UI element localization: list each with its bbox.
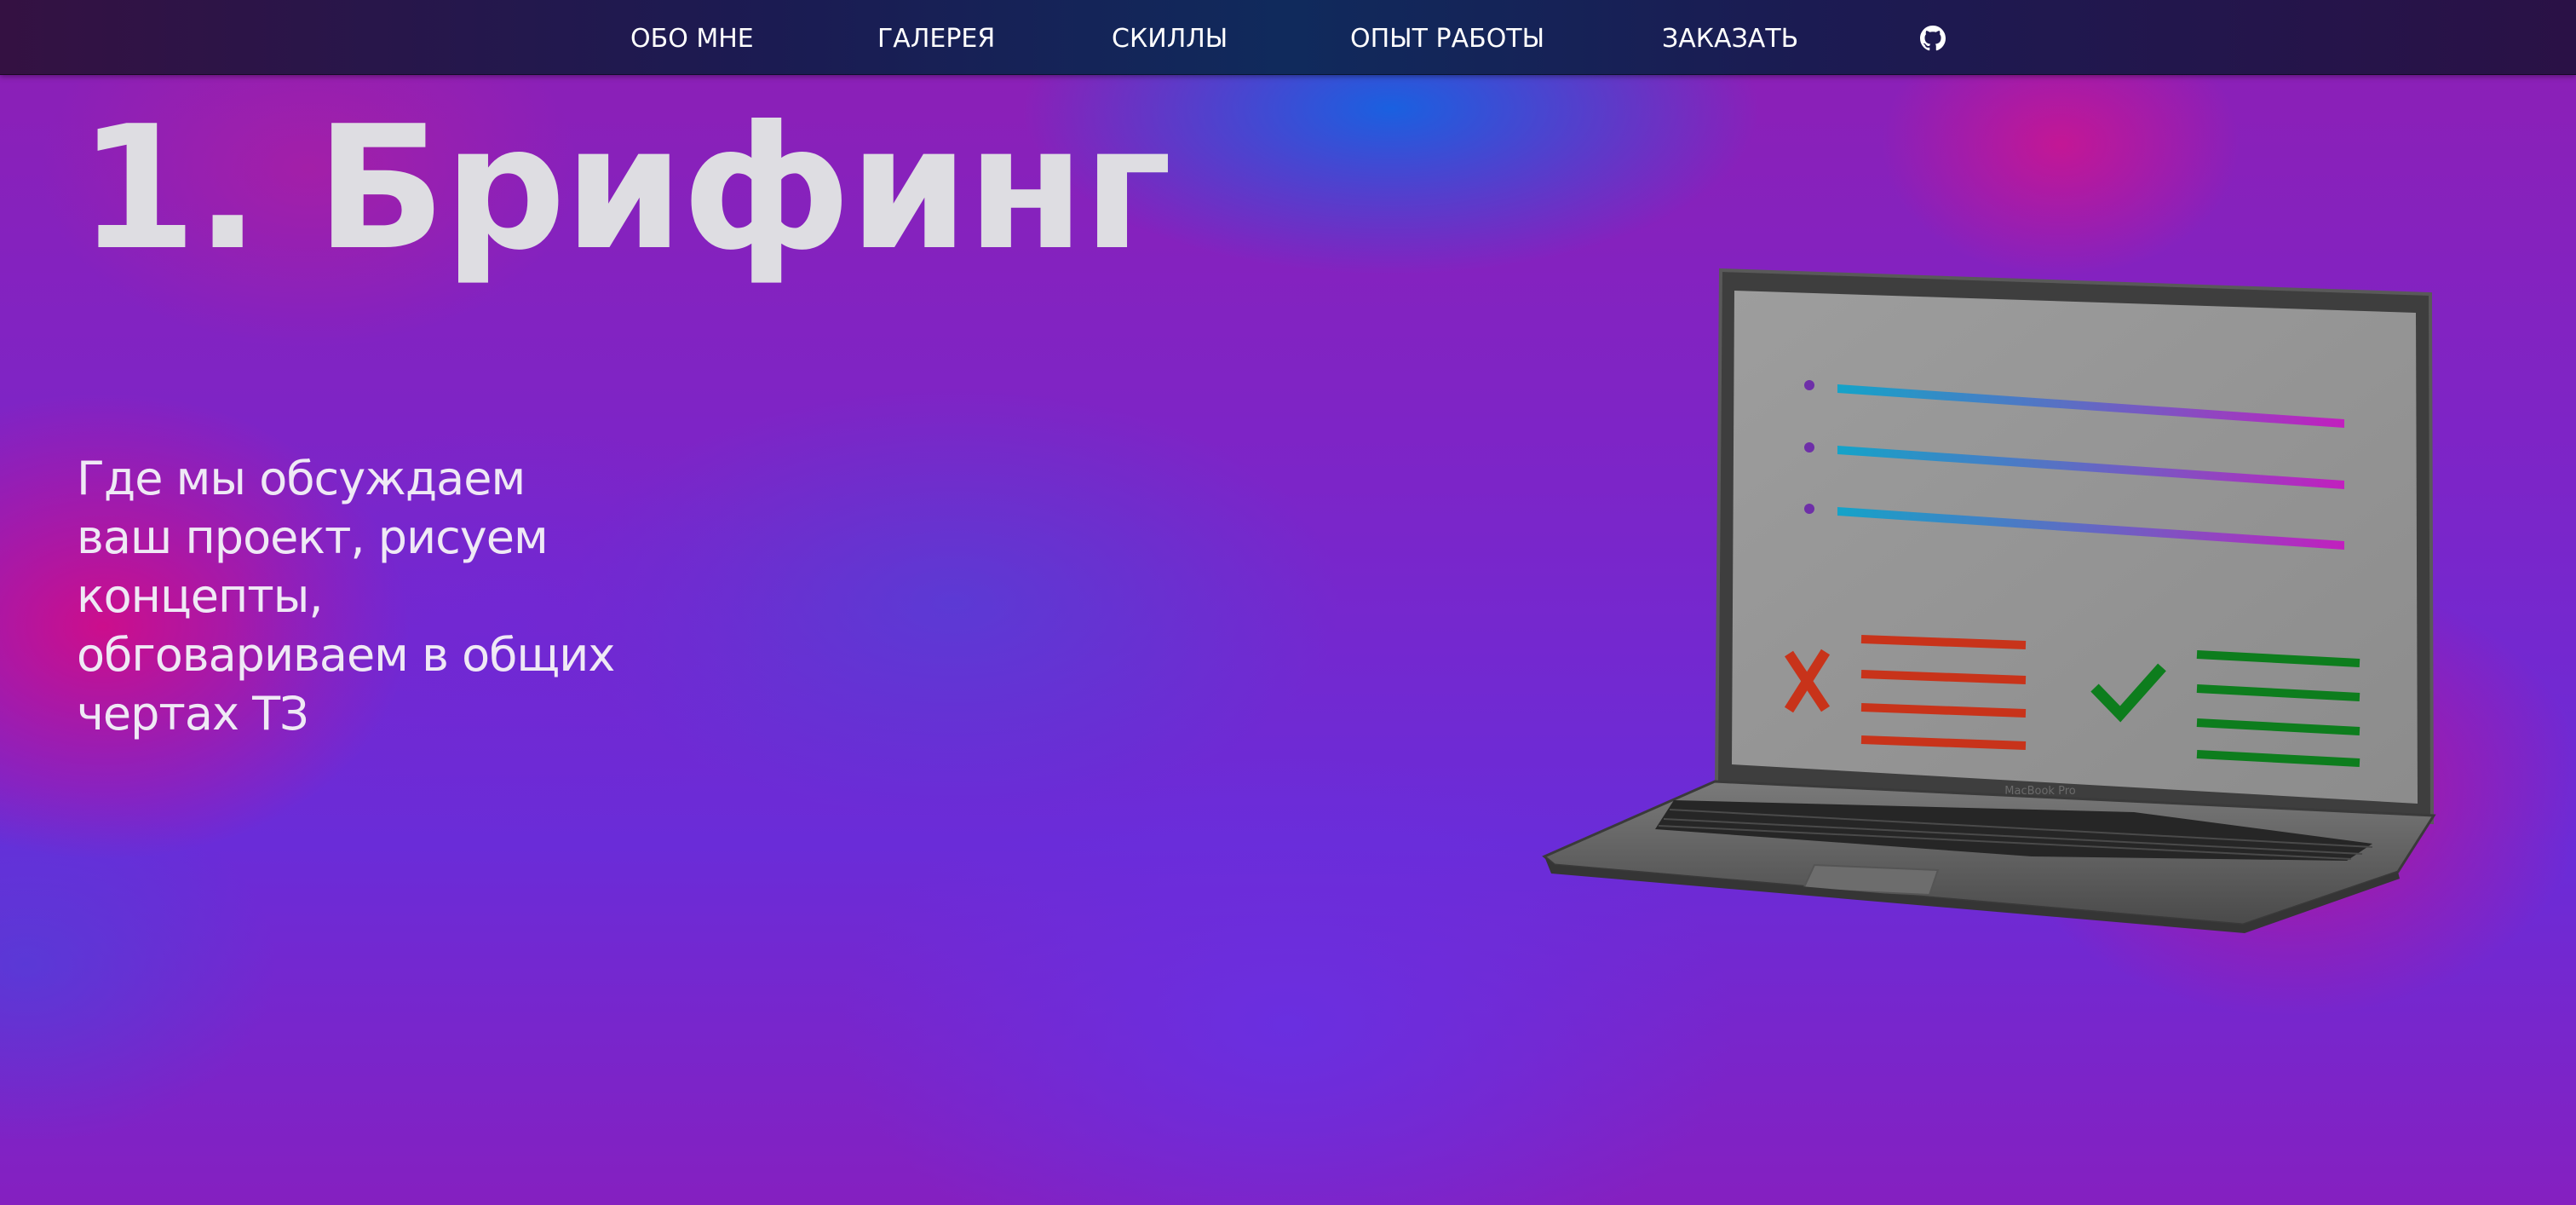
github-icon[interactable] xyxy=(1920,26,1946,51)
nav-link-work-experience[interactable]: ОПЫТ РАБОТЫ xyxy=(1350,0,1544,74)
nav-link-skills[interactable]: СКИЛЛЫ xyxy=(1112,0,1228,74)
nav-link-order[interactable]: ЗАКАЗАТЬ xyxy=(1662,0,1798,74)
nav-link-gallery[interactable]: ГАЛЕРЕЯ xyxy=(877,0,995,74)
section-description: Где мы обсуждаем ваш проект, рисуем конц… xyxy=(77,452,615,741)
page-title: 1. Брифинг xyxy=(78,89,1172,288)
nav-link-about[interactable]: ОБО МНЕ xyxy=(630,0,754,74)
top-navigation: ОБО МНЕ ГАЛЕРЕЯ СКИЛЛЫ ОПЫТ РАБОТЫ ЗАКАЗ… xyxy=(0,0,2576,75)
laptop-illustration: MacBook Pro xyxy=(1542,268,2436,933)
